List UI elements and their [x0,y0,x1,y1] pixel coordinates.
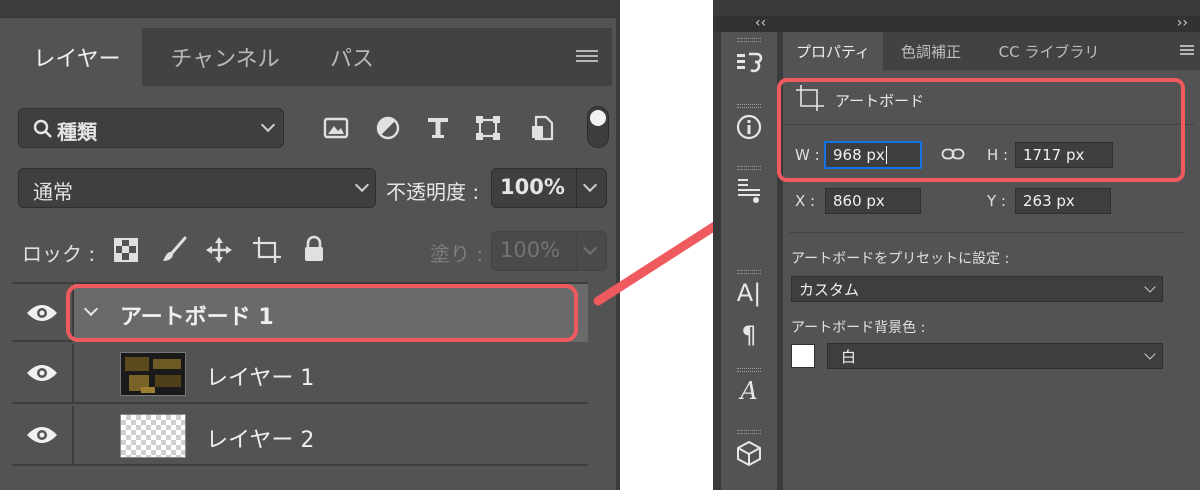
3d-panel-button[interactable] [721,426,777,480]
right-panel-area: ‹‹ ›› A| ¶ A プロパティ 色調補正 CC ライブラリ アートボード … [713,0,1200,490]
info-panel-button[interactable] [721,100,777,154]
panel-collapse-bar: ‹‹ ›› [713,15,1200,32]
divider [783,124,1195,125]
visibility-toggle[interactable] [12,344,74,402]
y-value: 263 px [1023,192,1075,210]
background-color-label: アートボード背景色 : [791,320,926,336]
fill-value: 100% [500,238,561,262]
collapse-right-icon[interactable]: ›› [1177,15,1188,31]
tab-paths[interactable]: パス [304,28,400,86]
preset-dropdown[interactable]: カスタム [791,276,1163,302]
paragraph-icon: ¶ [741,321,757,349]
chevron-down-icon [1144,281,1156,293]
paragraph-styles-panel-button[interactable] [721,162,777,216]
divider [789,232,1185,233]
artboard-icon [796,85,824,111]
panel-icon-strip: A| ¶ A [721,32,777,490]
layer-row-artboard[interactable]: アートボード 1 [12,282,588,342]
tab-properties[interactable]: プロパティ [783,32,883,70]
link-constrain-icon[interactable] [941,147,965,161]
filter-toggle-switch[interactable] [587,106,609,148]
lock-transparent-pixels-icon[interactable] [114,238,138,262]
lock-all-icon[interactable] [302,235,326,263]
visibility-toggle[interactable] [12,284,74,340]
lock-position-icon[interactable] [205,236,233,264]
layer-row[interactable]: レイヤー 2 [12,406,588,466]
chevron-down-icon [354,177,370,193]
x-label: X : [795,192,816,210]
tab-channels[interactable]: チャンネル [146,28,304,86]
blend-mode-value: 通常 [33,180,73,204]
y-input[interactable]: 263 px [1015,188,1111,214]
layers-panel: レイヤー チャンネル パス 種類 通常 不透明度: 100% ロック: 塗り… [0,0,620,490]
tab-cc-libraries[interactable]: CC ライブラリ [979,32,1119,70]
filter-kind-label: 種類 [57,120,97,144]
y-label: Y : [987,192,1006,210]
character-icon: A| [736,279,762,307]
layer-thumbnail-transparent [120,414,186,458]
history-icon [737,52,763,73]
eye-icon [27,305,57,321]
properties-tab-bar: プロパティ 色調補正 CC ライブラリ [783,32,1200,70]
panel-top-strip [0,0,620,18]
layer-name[interactable]: レイヤー 2 [206,422,314,454]
search-icon [33,119,52,138]
height-value: 1717 px [1023,146,1085,164]
chevron-down-icon [1144,348,1156,360]
tab-adjustments[interactable]: 色調補正 [883,32,979,70]
x-value: 860 px [833,192,885,210]
preset-label: アートボードをプリセットに設定 : [791,251,1010,267]
panel-menu-icon[interactable] [1180,45,1194,55]
eye-icon [27,365,57,381]
layer-thumbnail [120,352,186,396]
width-value: 968 px [833,146,885,164]
width-label: W : [795,146,820,164]
chevron-down-icon [260,117,276,133]
eye-icon [27,427,57,443]
3d-cube-icon [737,440,761,466]
adjustment-filter-icon[interactable] [374,114,402,142]
height-input[interactable]: 1717 px [1015,142,1113,168]
blend-mode-dropdown[interactable]: 通常 [18,168,376,208]
background-color-dropdown[interactable]: 白 [827,343,1163,369]
lock-image-pixels-icon[interactable] [160,236,188,264]
smart-object-filter-icon[interactable] [528,114,556,142]
lock-artboard-icon[interactable] [252,236,282,264]
height-label: H : [987,146,1009,164]
background-color-value: 白 [841,347,857,366]
styles-icon [738,179,760,203]
opacity-value: 100% [500,175,565,199]
opacity-label: 不透明度 : [386,180,480,204]
lock-label: ロック : [22,242,96,266]
layer-name[interactable]: アートボード 1 [120,299,274,331]
filter-kind-dropdown[interactable]: 種類 [18,108,284,148]
visibility-toggle[interactable] [12,406,74,464]
image-filter-icon[interactable] [322,114,350,142]
tab-layers[interactable]: レイヤー [12,28,142,86]
paragraph-panel-button[interactable]: ¶ [721,308,777,362]
layer-name[interactable]: レイヤー 1 [206,360,314,392]
layers-tab-bar: レイヤー チャンネル パス [12,28,612,86]
shape-filter-icon[interactable] [474,114,502,142]
fill-label: 塗り : [430,242,484,266]
width-input[interactable]: 968 px [825,142,921,168]
info-icon [736,114,762,140]
layer-row[interactable]: レイヤー 1 [12,344,588,404]
properties-panel: プロパティ 色調補正 CC ライブラリ アートボード W : 968 px H … [777,32,1200,490]
glyphs-icon: A [740,377,758,405]
type-filter-icon[interactable] [424,114,452,142]
preset-value: カスタム [799,280,860,299]
panel-menu-icon[interactable] [576,50,598,64]
history-panel-button[interactable] [721,34,777,88]
collapse-left-icon[interactable]: ‹‹ [755,15,766,31]
background-color-swatch[interactable] [791,344,815,368]
x-input[interactable]: 860 px [825,188,921,214]
text-cursor [885,146,887,164]
section-title: アートボード [835,92,925,110]
glyphs-panel-button[interactable]: A [721,364,777,418]
